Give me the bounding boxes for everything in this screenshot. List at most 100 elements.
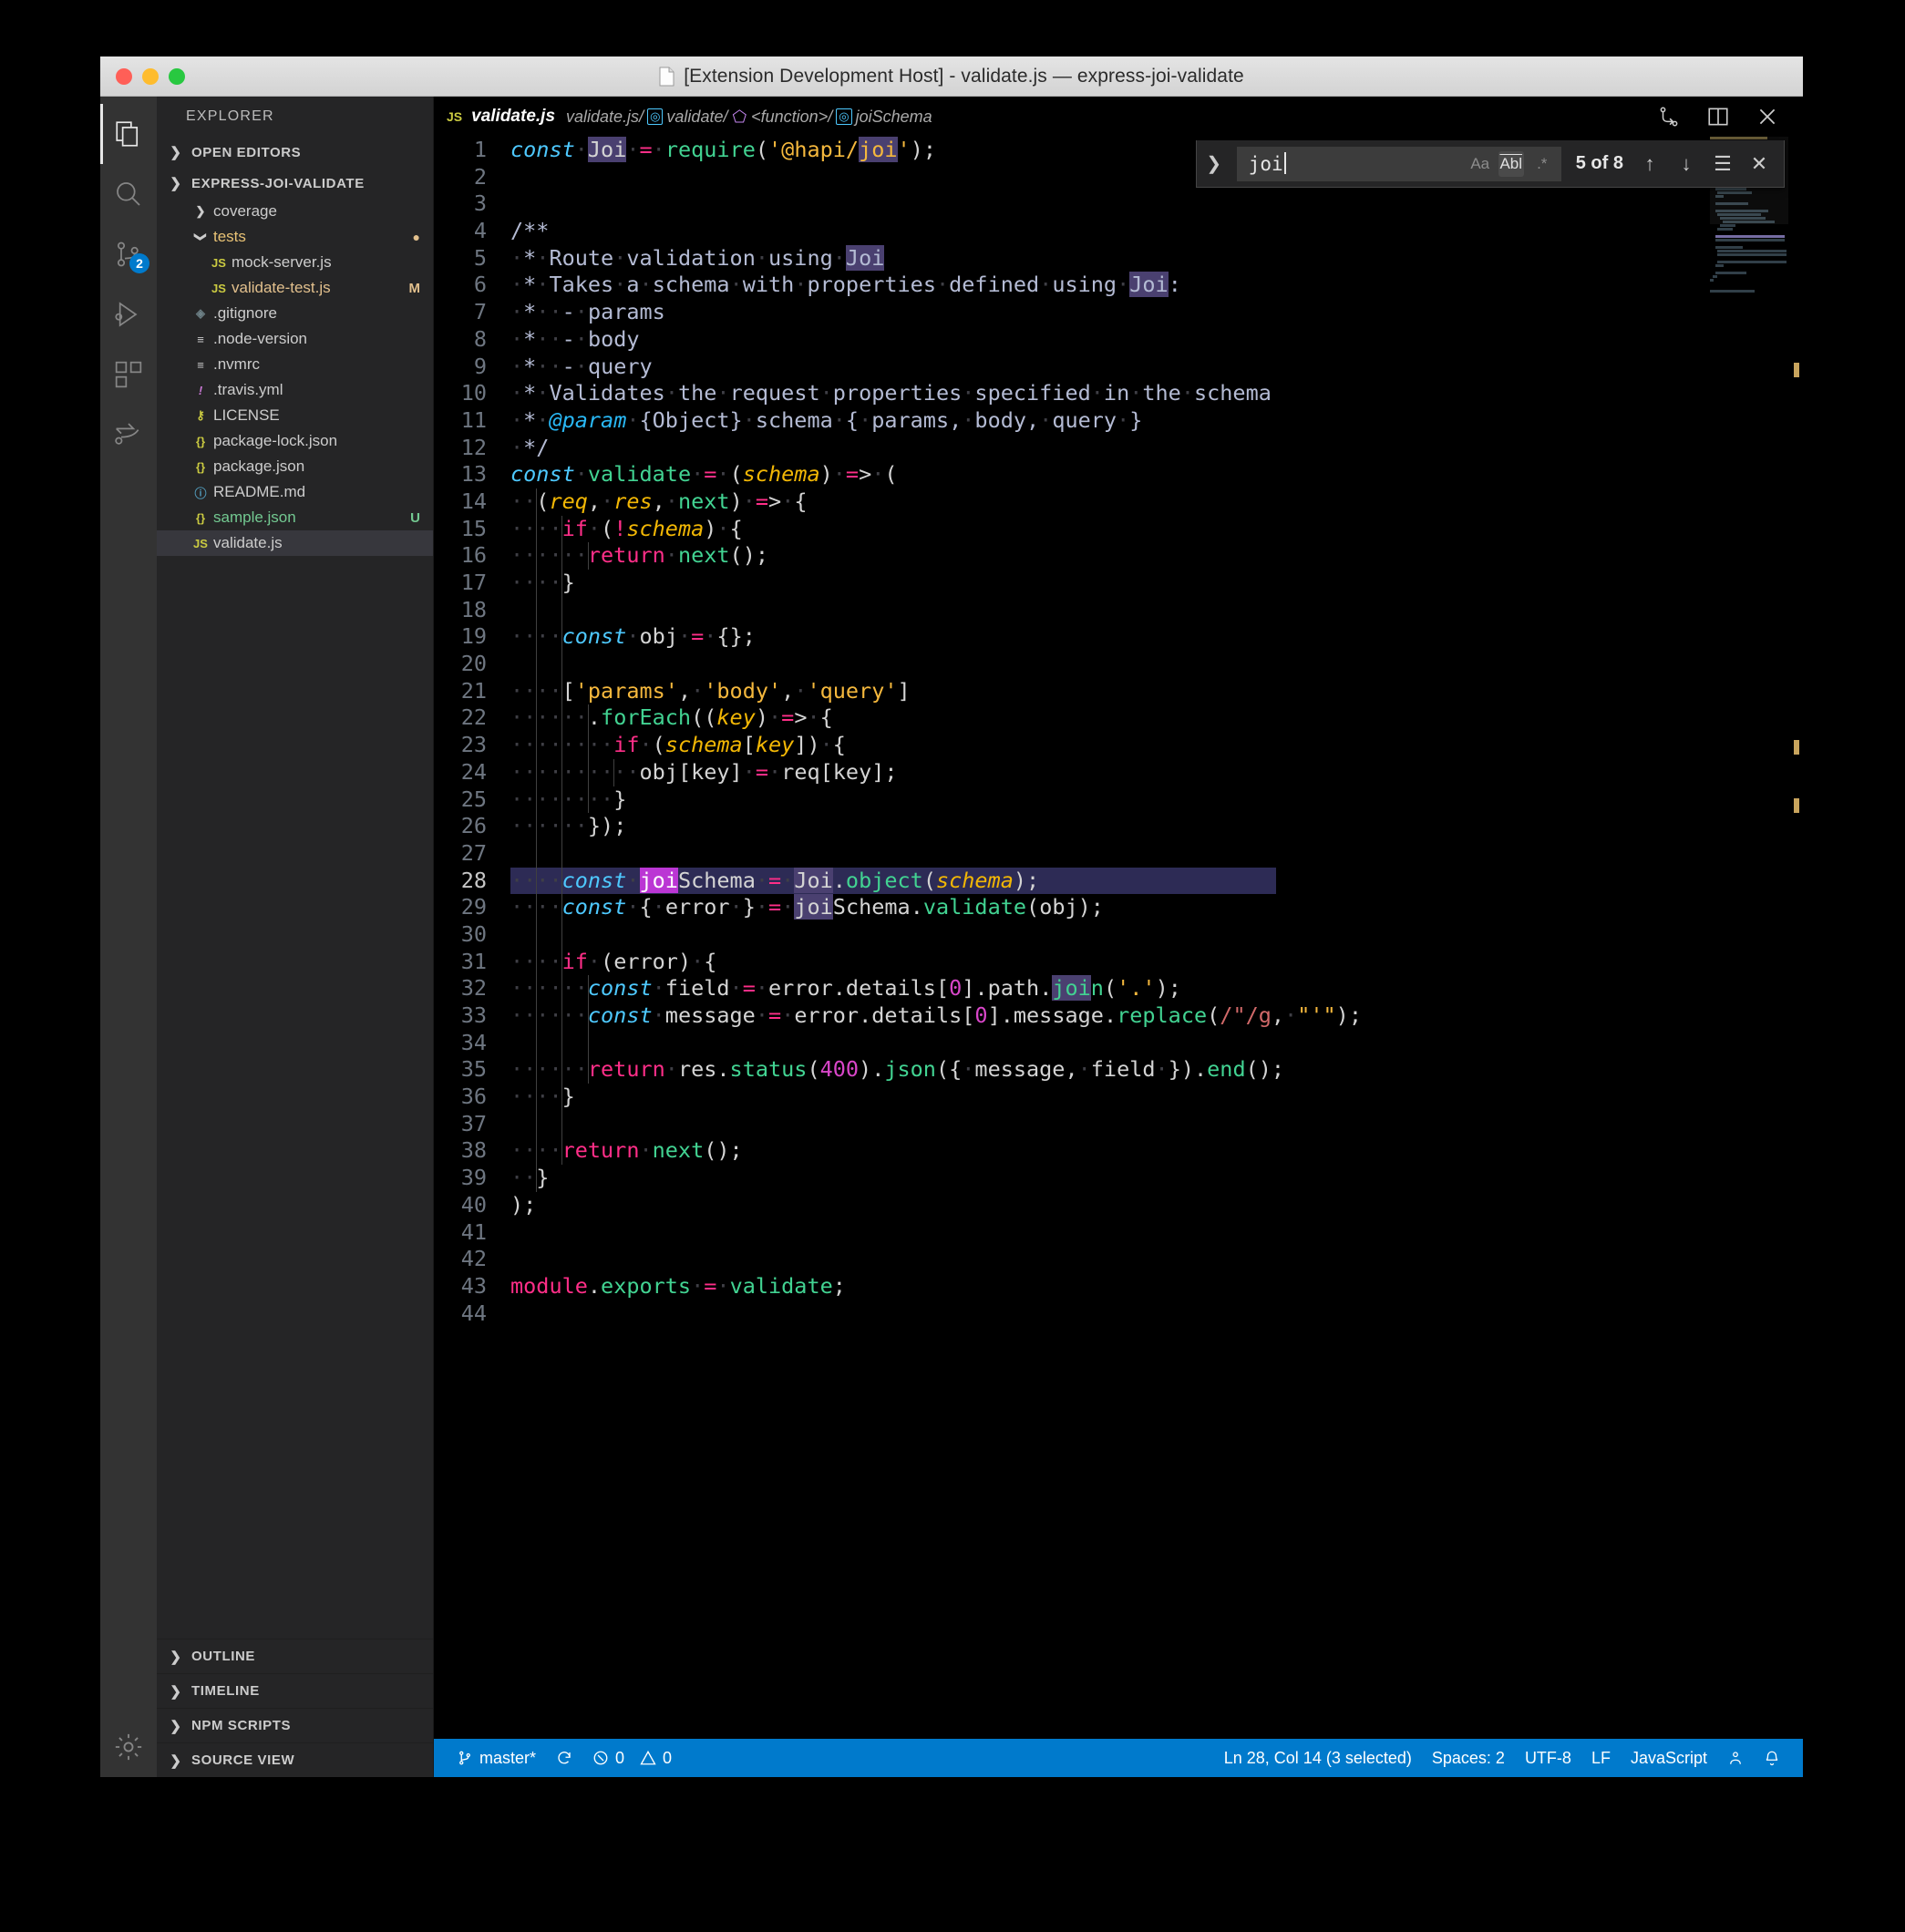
- tab-validate-js[interactable]: JS validate.js: [434, 97, 568, 137]
- line-content[interactable]: ·*··-·query: [510, 354, 1803, 381]
- code-line[interactable]: 42: [434, 1246, 1803, 1273]
- section-express-joi-validate[interactable]: ❯ EXPRESS-JOI-VALIDATE: [157, 168, 433, 199]
- toggle-replace-icon[interactable]: ❯: [1200, 152, 1228, 175]
- code-line[interactable]: 3: [434, 190, 1803, 218]
- code-line[interactable]: 10·*·Validates·the·request·properties·sp…: [434, 380, 1803, 407]
- section-npm-scripts[interactable]: ❯ NPM SCRIPTS: [157, 1708, 433, 1742]
- activity-remote-explorer[interactable]: [100, 405, 157, 465]
- split-diff-icon[interactable]: [1657, 105, 1681, 128]
- line-content[interactable]: ··(req,·res,·next)·=>·{: [510, 488, 1803, 516]
- activity-explorer[interactable]: [100, 104, 157, 164]
- status-eol[interactable]: LF: [1581, 1749, 1621, 1768]
- line-content[interactable]: module.exports·=·validate;: [510, 1273, 1803, 1300]
- code-line[interactable]: 44: [434, 1300, 1803, 1328]
- code-line[interactable]: 11·*·@param·{Object}·schema·{·params,·bo…: [434, 407, 1803, 435]
- status-indentation[interactable]: Spaces: 2: [1422, 1749, 1515, 1768]
- activity-manage-settings[interactable]: [100, 1717, 157, 1777]
- code-line[interactable]: 8·*··-·body: [434, 326, 1803, 354]
- next-match-icon[interactable]: ↓: [1673, 152, 1700, 176]
- code-line[interactable]: 22······.forEach((key)·=>·{: [434, 704, 1803, 732]
- tree-item--node-version[interactable]: ≡.node-version: [157, 326, 433, 352]
- code-line[interactable]: 34: [434, 1030, 1803, 1057]
- code-line[interactable]: 27: [434, 840, 1803, 868]
- line-content[interactable]: ·*··-·body: [510, 326, 1803, 354]
- activity-run-debug[interactable]: [100, 284, 157, 344]
- split-editor-icon[interactable]: [1706, 105, 1730, 128]
- section-open-editors[interactable]: ❯ OPEN EDITORS: [157, 137, 433, 168]
- tree-item-readme-md[interactable]: ⓘREADME.md: [157, 479, 433, 505]
- line-content[interactable]: ····['params',·'body',·'query']: [510, 678, 1803, 705]
- code-line[interactable]: 28····const·joiSchema·=·Joi.object(schem…: [434, 868, 1803, 895]
- line-content[interactable]: ··········obj[key]·=·req[key];: [510, 759, 1803, 786]
- tree-item-validate-js[interactable]: JSvalidate.js: [157, 530, 433, 556]
- code-line[interactable]: 36····}: [434, 1084, 1803, 1111]
- line-content[interactable]: ·*·Validates·the·request·properties·spec…: [510, 380, 1803, 407]
- tree-item-validate-test-js[interactable]: JSvalidate-test.jsM: [157, 275, 433, 301]
- line-content[interactable]: ·*/: [510, 435, 1803, 462]
- code-line[interactable]: 9·*··-·query: [434, 354, 1803, 381]
- maximize-window-button[interactable]: [169, 68, 185, 85]
- match-case-icon[interactable]: Aa: [1467, 151, 1493, 177]
- status-sync[interactable]: [546, 1750, 582, 1766]
- code-line[interactable]: 38····return·next();: [434, 1137, 1803, 1165]
- code-line[interactable]: 33······const·message·=·error.details[0]…: [434, 1002, 1803, 1030]
- line-content[interactable]: ·*·Takes·a·schema·with·properties·define…: [510, 272, 1803, 299]
- previous-match-icon[interactable]: ↑: [1636, 152, 1663, 176]
- line-content[interactable]: [510, 1030, 1803, 1057]
- close-icon[interactable]: [1756, 105, 1779, 128]
- line-content[interactable]: ······const·field·=·error.details[0].pat…: [510, 975, 1803, 1002]
- line-content[interactable]: [510, 921, 1803, 949]
- status-language-mode[interactable]: JavaScript: [1621, 1749, 1717, 1768]
- line-content[interactable]: ········}: [510, 786, 1803, 814]
- code-line[interactable]: 16······return·next();: [434, 542, 1803, 570]
- code-line[interactable]: 6·*·Takes·a·schema·with·properties·defin…: [434, 272, 1803, 299]
- line-content[interactable]: [510, 190, 1803, 218]
- status-encoding[interactable]: UTF-8: [1515, 1749, 1581, 1768]
- status-notifications[interactable]: [1754, 1750, 1790, 1766]
- code-line[interactable]: 14··(req,·res,·next)·=>·{: [434, 488, 1803, 516]
- code-line[interactable]: 26······});: [434, 813, 1803, 840]
- code-line[interactable]: 21····['params',·'body',·'query']: [434, 678, 1803, 705]
- activity-search[interactable]: [100, 164, 157, 224]
- line-content[interactable]: const·validate·=·(schema)·=>·(: [510, 461, 1803, 488]
- minimize-window-button[interactable]: [142, 68, 159, 85]
- line-content[interactable]: [510, 1111, 1803, 1138]
- breadcrumb-validate[interactable]: validate: [666, 108, 723, 127]
- line-content[interactable]: /**: [510, 218, 1803, 245]
- tree-item-coverage[interactable]: ❯coverage: [157, 199, 433, 224]
- tree-item-package-json[interactable]: {}package.json: [157, 454, 433, 479]
- tree-item--travis-yml[interactable]: !.travis.yml: [157, 377, 433, 403]
- use-regex-icon[interactable]: .*: [1529, 151, 1555, 177]
- line-content[interactable]: ······});: [510, 813, 1803, 840]
- code-line[interactable]: 35······return·res.status(400).json({·me…: [434, 1056, 1803, 1084]
- breadcrumb-function[interactable]: <function>: [751, 108, 828, 127]
- section-source-view[interactable]: ❯ SOURCE VIEW: [157, 1742, 433, 1777]
- status-branch[interactable]: master*: [447, 1749, 546, 1768]
- code-line[interactable]: 40);: [434, 1192, 1803, 1219]
- section-timeline[interactable]: ❯ TIMELINE: [157, 1673, 433, 1708]
- line-content[interactable]: [510, 597, 1803, 624]
- code-line[interactable]: 20: [434, 651, 1803, 678]
- status-live-share[interactable]: [1717, 1750, 1754, 1766]
- breadcrumb-file[interactable]: validate.js: [566, 108, 639, 127]
- tree-item--gitignore[interactable]: ◈.gitignore: [157, 301, 433, 326]
- editor-content[interactable]: 1const·Joi·=·require('@hapi/joi');234/**…: [434, 137, 1803, 1739]
- code-line[interactable]: 25········}: [434, 786, 1803, 814]
- line-content[interactable]: ·*··-·params: [510, 299, 1803, 326]
- code-line[interactable]: 17····}: [434, 570, 1803, 597]
- tree-item--nvmrc[interactable]: ≡.nvmrc: [157, 352, 433, 377]
- code-line[interactable]: 18: [434, 597, 1803, 624]
- line-content[interactable]: [510, 1246, 1803, 1273]
- code-line[interactable]: 13const·validate·=·(schema)·=>·(: [434, 461, 1803, 488]
- code-line[interactable]: 19····const·obj·=·{};: [434, 623, 1803, 651]
- code-line[interactable]: 5·*·Route·validation·using·Joi: [434, 245, 1803, 272]
- code-line[interactable]: 24··········obj[key]·=·req[key];: [434, 759, 1803, 786]
- line-content[interactable]: ·*·@param·{Object}·schema·{·params,·body…: [510, 407, 1803, 435]
- code-lines[interactable]: 1const·Joi·=·require('@hapi/joi');234/**…: [434, 137, 1803, 1739]
- line-content[interactable]: [510, 1300, 1803, 1328]
- close-find-icon[interactable]: ✕: [1745, 152, 1773, 176]
- code-line[interactable]: 29····const·{·error·}·=·joiSchema.valida…: [434, 894, 1803, 921]
- line-content[interactable]: ····}: [510, 570, 1803, 597]
- line-content[interactable]: ······.forEach((key)·=>·{: [510, 704, 1803, 732]
- status-problems[interactable]: 0 0: [582, 1749, 682, 1768]
